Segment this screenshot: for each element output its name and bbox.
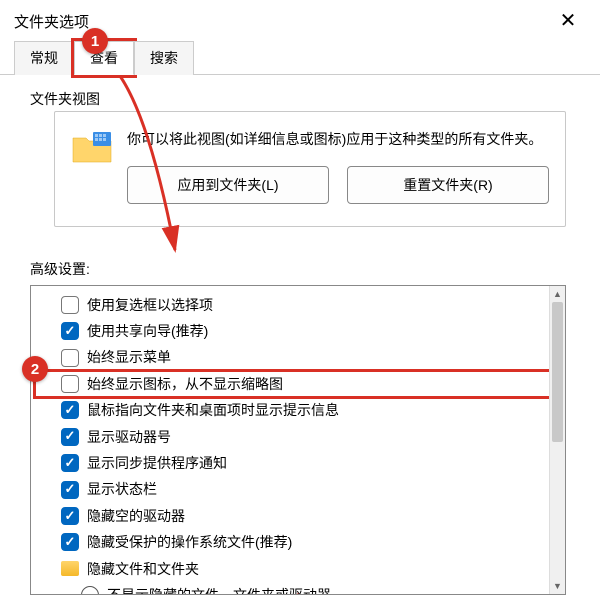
tab-content: 文件夹视图 你可以将此视图(如详细信息或图标)应用于这种类型的所有文件夹。 应用… [0,75,600,609]
folder-views-box: 你可以将此视图(如详细信息或图标)应用于这种类型的所有文件夹。 应用到文件夹(L… [54,111,566,227]
adv-item-checkboxes[interactable]: 使用复选框以选择项 [35,292,561,318]
adv-item-label: 始终显示图标，从不显示缩略图 [87,373,283,395]
checkbox-icon[interactable] [61,533,79,551]
folder-views-desc: 你可以将此视图(如详细信息或图标)应用于这种类型的所有文件夹。 [127,130,549,150]
radio-icon[interactable] [81,586,99,595]
adv-item-hide-protected-os-files[interactable]: 隐藏受保护的操作系统文件(推荐) [35,529,561,555]
adv-item-dont-show-hidden[interactable]: 不显示隐藏的文件、文件夹或驱动器 [35,582,561,595]
adv-item-hidden-files-folder[interactable]: 隐藏文件和文件夹 [35,556,561,582]
adv-item-label: 鼠标指向文件夹和桌面项时显示提示信息 [87,399,339,421]
adv-item-label: 显示同步提供程序通知 [87,452,227,474]
tab-search[interactable]: 搜索 [134,41,194,75]
adv-item-label: 始终显示菜单 [87,346,171,368]
checkbox-icon[interactable] [61,401,79,419]
checkbox-icon[interactable] [61,507,79,525]
folder-views-buttons: 应用到文件夹(L) 重置文件夹(R) [127,166,549,204]
scrollbar-down-button[interactable]: ▼ [550,578,565,594]
checkbox-icon[interactable] [61,322,79,340]
folder-views-right: 你可以将此视图(如详细信息或图标)应用于这种类型的所有文件夹。 应用到文件夹(L… [127,130,549,204]
folder-views-label: 文件夹视图 [30,89,578,109]
advanced-settings-list: 使用复选框以选择项 使用共享向导(推荐) 始终显示菜单 [31,286,565,595]
adv-item-always-show-menu[interactable]: 始终显示菜单 [35,344,561,370]
adv-item-label: 不显示隐藏的文件、文件夹或驱动器 [107,584,331,595]
adv-item-show-drive-letters[interactable]: 显示驱动器号 [35,424,561,450]
scrollbar[interactable]: ▲ ▼ [549,286,565,594]
folder-small-icon [61,561,79,576]
tab-general[interactable]: 常规 [14,41,74,75]
folder-icon [71,130,113,166]
apply-to-folders-button[interactable]: 应用到文件夹(L) [127,166,329,204]
adv-item-label: 隐藏文件和文件夹 [87,558,199,580]
adv-item-label: 使用复选框以选择项 [87,294,213,316]
checkbox-icon[interactable] [61,375,79,393]
adv-item-label: 隐藏受保护的操作系统文件(推荐) [87,531,292,553]
checkbox-icon[interactable] [61,296,79,314]
adv-item-show-tooltips[interactable]: 鼠标指向文件夹和桌面项时显示提示信息 [35,397,561,423]
adv-item-label: 显示状态栏 [87,478,157,500]
adv-item-label: 显示驱动器号 [87,426,171,448]
scrollbar-up-button[interactable]: ▲ [550,286,565,302]
advanced-settings-label: 高级设置: [30,259,578,279]
checkbox-icon[interactable] [61,481,79,499]
adv-item-show-status-bar[interactable]: 显示状态栏 [35,476,561,502]
checkbox-icon[interactable] [61,428,79,446]
adv-item-always-show-icons[interactable]: 始终显示图标，从不显示缩略图 [35,371,561,397]
adv-item-sharing-wizard[interactable]: 使用共享向导(推荐) [35,318,561,344]
adv-item-hide-empty-drives[interactable]: 隐藏空的驱动器 [35,503,561,529]
adv-item-label: 隐藏空的驱动器 [87,505,185,527]
scrollbar-thumb[interactable] [552,302,563,442]
adv-item-label: 使用共享向导(推荐) [87,320,208,342]
close-button[interactable]: ✕ [548,11,588,31]
annotation-badge-2: 2 [22,356,48,382]
adv-item-sync-notifications[interactable]: 显示同步提供程序通知 [35,450,561,476]
window-title: 文件夹选项 [14,11,89,32]
checkbox-icon[interactable] [61,349,79,367]
advanced-settings-box: 使用复选框以选择项 使用共享向导(推荐) 始终显示菜单 [30,285,566,595]
checkbox-icon[interactable] [61,454,79,472]
reset-folders-button[interactable]: 重置文件夹(R) [347,166,549,204]
annotation-badge-1: 1 [82,28,108,54]
